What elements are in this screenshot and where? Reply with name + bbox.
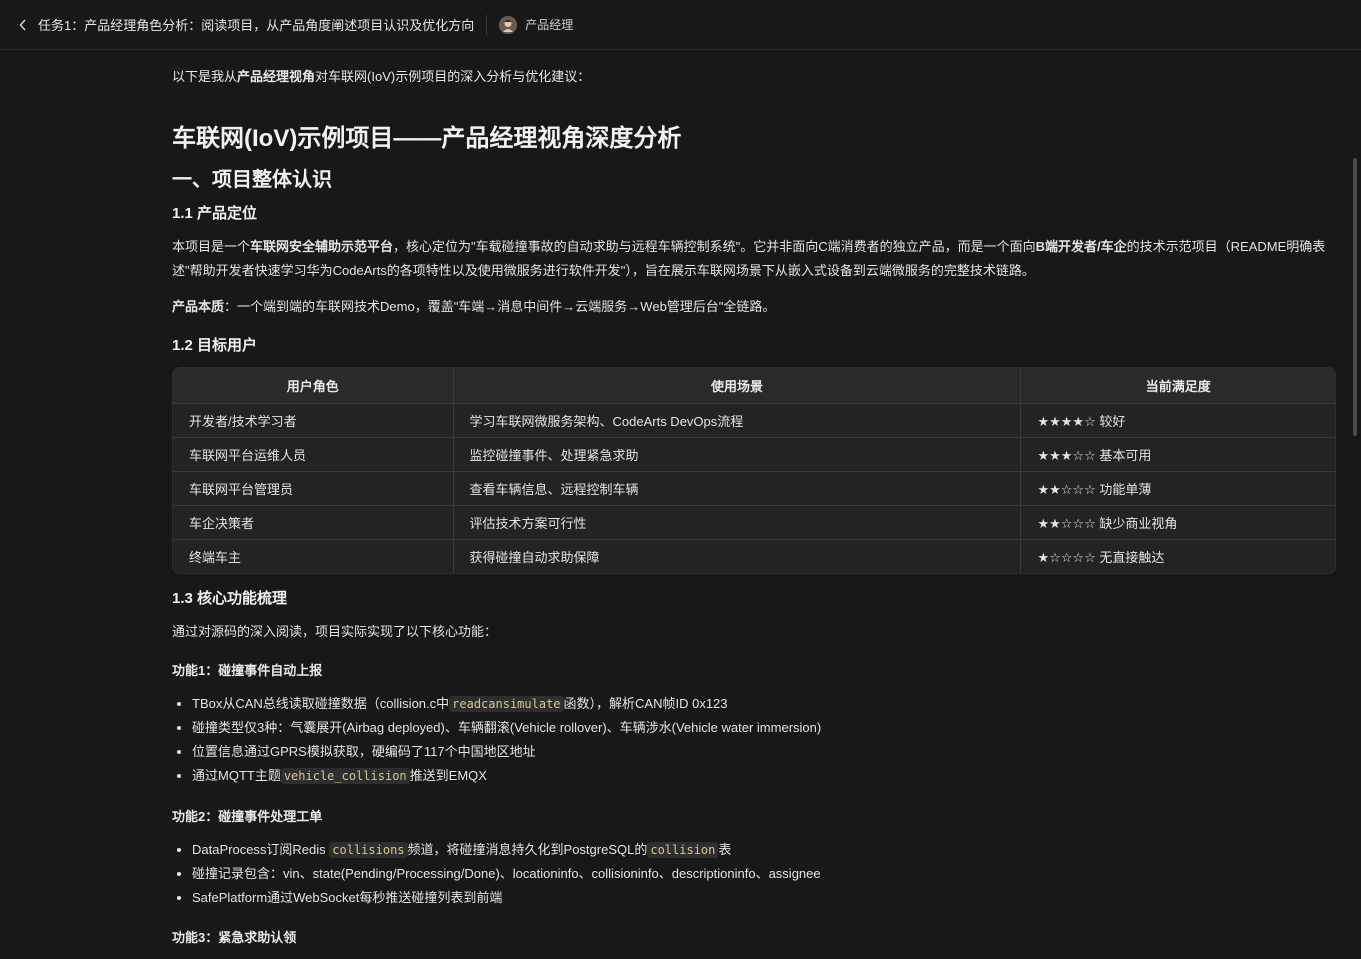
task-title: 任务1：产品经理角色分析：阅读项目，从产品角度阐述项目认识及优化方向 [38,18,475,33]
table-cell: 评估技术方案可行性 [452,505,1021,539]
table-row: 车联网平台管理员 查看车辆信息、远程控制车辆 ★★☆☆☆ 功能单薄 [173,471,1335,505]
bullet-text: 表 [718,842,732,857]
table-cell: 车联网平台管理员 [173,471,453,505]
feature-2-title: 功能2：碰撞事件处理工单 [172,809,323,824]
positioning-text-b: 车联网安全辅助示范平台 [250,239,394,254]
table-cell: 获得碰撞自动求助保障 [452,539,1021,573]
table-cell: 学习车联网微服务架构、CodeArts DevOps流程 [452,404,1021,437]
chevron-left-icon[interactable] [16,18,30,31]
list-item: 碰撞类型仅3种：气囊展开(Airbag deployed)、车辆翻滚(Vehic… [192,716,821,740]
essence-label: 产品本质 [172,299,225,314]
feature-1-title: 功能1：碰撞事件自动上报 [172,663,323,678]
positioning-text-d: B端开发者/车企 [1035,239,1127,254]
feature-3-title: 功能3：紧急求助认领 [172,930,297,945]
intro-text-bold: 产品经理视角 [237,69,316,84]
bullet-text: 函数），解析CAN帧ID 0x123 [563,696,728,711]
header-divider [486,14,488,35]
table-row: 车联网平台运维人员 监控碰撞事件、处理紧急求助 ★★★☆☆ 基本可用 [173,437,1335,471]
intro-text-post: 对车联网(IoV)示例项目的深入分析与优化建议： [315,69,591,84]
list-item: TBox从CAN总线读取碰撞数据（collision.c中readcansimu… [192,692,821,716]
bullet-text: DataProcess订阅Redis [192,842,330,857]
subsection-title-1-1: 1.1 产品定位 [172,205,258,222]
list-item: 碰撞记录包含：vin、state(Pending/Processing/Done… [192,862,821,886]
page-title: 车联网(IoV)示例项目——产品经理视角深度分析 [172,125,682,152]
inline-code: vehicle_collision [280,768,410,784]
bullet-text: TBox从CAN总线读取碰撞数据（collision.c中 [192,696,450,711]
bullet-text: 推送到EMQX [409,768,487,783]
positioning-text-c: ，核心定位为"车载碰撞事故的自动求助与远程车辆控制系统"。它并非面向C端消费者的… [393,239,1036,254]
section-title-1: 一、项目整体认识 [172,169,332,191]
table-cell: 车联网平台运维人员 [173,437,453,471]
table-cell: 查看车辆信息、远程控制车辆 [452,471,1021,505]
positioning-text-a: 本项目是一个 [172,239,251,254]
table-cell: ★★☆☆☆ 功能单薄 [1020,471,1335,505]
table-cell: 车企决策者 [173,505,453,539]
essence-paragraph: 产品本质：一个端到端的车联网技术Demo，覆盖"车端→消息中间件→云端服务→We… [172,295,1332,319]
table-cell: ★★★★☆ 较好 [1020,404,1335,437]
table-cell: ★★☆☆☆ 缺少商业视角 [1020,505,1335,539]
features-intro: 通过对源码的深入阅读，项目实际实现了以下核心功能： [172,624,498,639]
table-header-row: 用户角色 使用场景 当前满足度 [173,368,1335,404]
avatar [499,15,518,34]
list-item: 位置信息通过GPRS模拟获取，硬编码了117个中国地区地址 [192,740,821,764]
table-cell: ★☆☆☆☆ 无直接触达 [1020,539,1335,573]
top-bar: 任务1：产品经理角色分析：阅读项目，从产品角度阐述项目认识及优化方向 产品经理 [0,0,1361,50]
role-label: 产品经理 [525,18,574,32]
feature-1-list: TBox从CAN总线读取碰撞数据（collision.c中readcansimu… [172,692,821,788]
subsection-title-1-2: 1.2 目标用户 [172,337,258,354]
target-users-table: 用户角色 使用场景 当前满足度 开发者/技术学习者 学习车联网微服务架构、Cod… [172,367,1336,574]
intro-paragraph: 以下是我从产品经理视角对车联网(IoV)示例项目的深入分析与优化建议： [172,67,1336,87]
table-row: 开发者/技术学习者 学习车联网微服务架构、CodeArts DevOps流程 ★… [173,404,1335,437]
table-cell: 终端车主 [173,539,453,573]
intro-text-pre: 以下是我从 [172,69,238,84]
feature-2-list: DataProcess订阅Redis collisions频道，将碰撞消息持久化… [172,838,821,910]
table-row: 车企决策者 评估技术方案可行性 ★★☆☆☆ 缺少商业视角 [173,505,1335,539]
essence-text: ：一个端到端的车联网技术Demo，覆盖"车端→消息中间件→云端服务→Web管理后… [224,299,776,314]
bullet-text: 通过MQTT主题 [192,768,281,783]
table-header-cell: 使用场景 [452,368,1021,404]
list-item: SafePlatform通过WebSocket每秒推送碰撞列表到前端 [192,886,821,910]
list-item: 通过MQTT主题vehicle_collision推送到EMQX [192,764,821,788]
list-item: DataProcess订阅Redis collisions频道，将碰撞消息持久化… [192,838,821,862]
table-header-cell: 用户角色 [173,368,453,404]
inline-code: readcansimulate [449,696,564,712]
inline-code: collision [647,842,719,858]
bullet-text: 频道，将碰撞消息持久化到PostgreSQL的 [407,842,648,857]
table-cell: ★★★☆☆ 基本可用 [1020,437,1335,471]
table-row: 终端车主 获得碰撞自动求助保障 ★☆☆☆☆ 无直接触达 [173,539,1335,573]
subsection-title-1-3: 1.3 核心功能梳理 [172,590,288,607]
scrollbar-thumb[interactable] [1353,158,1357,436]
table-cell: 监控碰撞事件、处理紧急求助 [452,437,1021,471]
message-content: 以下是我从产品经理视角对车联网(IoV)示例项目的深入分析与优化建议： 车联网(… [172,50,1336,945]
inline-code: collisions [329,842,408,858]
table-cell: 开发者/技术学习者 [189,414,297,429]
positioning-paragraph: 本项目是一个车联网安全辅助示范平台，核心定位为"车载碰撞事故的自动求助与远程车辆… [172,235,1332,283]
table-header-cell: 当前满足度 [1020,368,1335,404]
